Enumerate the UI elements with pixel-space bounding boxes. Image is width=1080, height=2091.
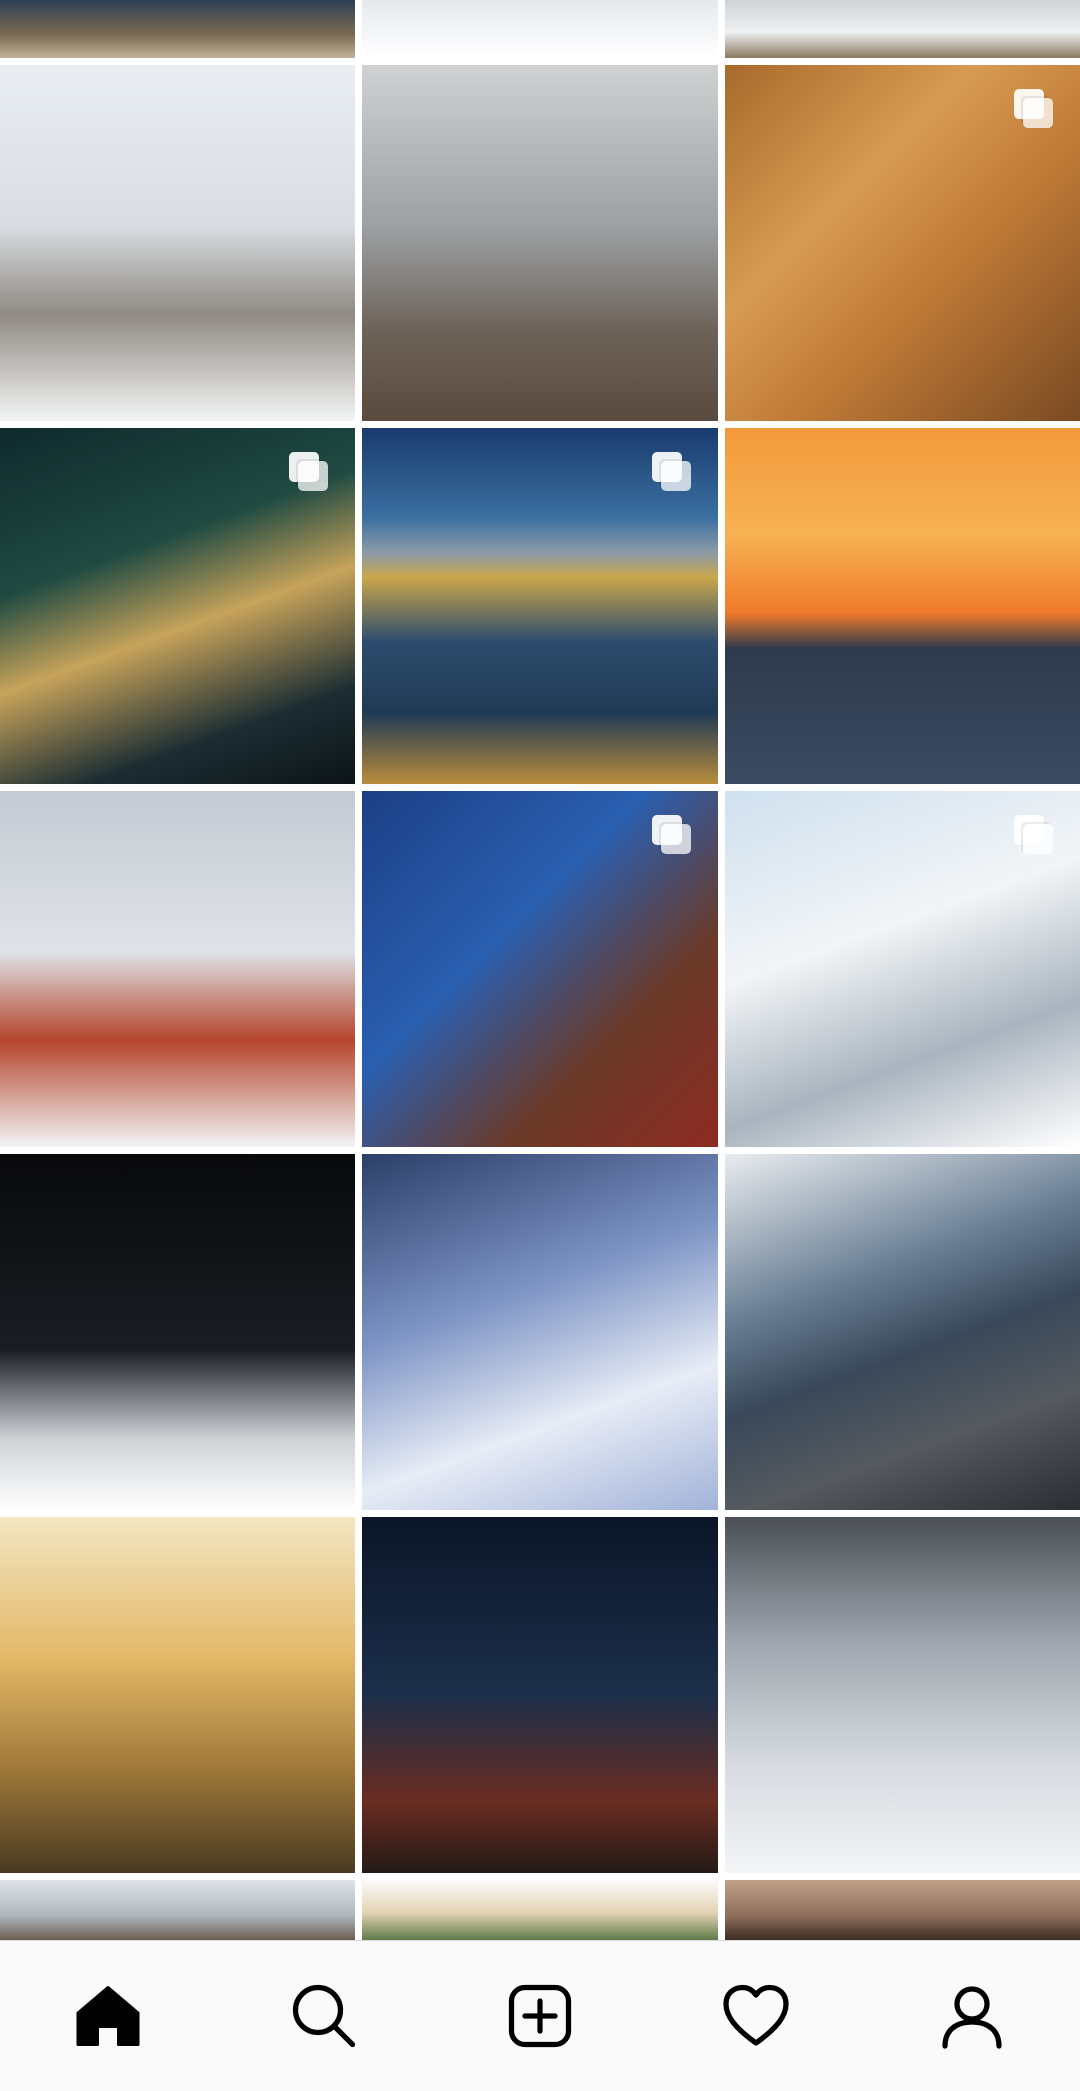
multiple-photos-icon bbox=[289, 452, 333, 496]
multiple-photos-icon bbox=[652, 815, 696, 859]
nav-activity[interactable] bbox=[701, 1961, 811, 2071]
home-icon bbox=[76, 1986, 140, 2046]
nav-home[interactable] bbox=[53, 1961, 163, 2071]
photo-tile[interactable] bbox=[725, 428, 1080, 784]
profile-icon bbox=[942, 1986, 1002, 2049]
photo-tile[interactable] bbox=[362, 1517, 718, 1873]
photo-tile[interactable] bbox=[725, 1154, 1080, 1510]
photo-tile[interactable] bbox=[362, 0, 718, 58]
photo-tile[interactable] bbox=[725, 0, 1080, 58]
photo-grid bbox=[0, 0, 1080, 1940]
photo-tile[interactable] bbox=[362, 1880, 718, 1940]
multiple-photos-icon bbox=[1014, 815, 1058, 859]
photo-tile[interactable] bbox=[0, 1517, 355, 1873]
photo-tile[interactable] bbox=[0, 1154, 355, 1510]
photo-tile[interactable] bbox=[0, 65, 355, 421]
photo-tile[interactable] bbox=[362, 791, 718, 1147]
photo-tile[interactable] bbox=[725, 791, 1080, 1147]
add-post-icon bbox=[508, 1984, 572, 2048]
photo-tile[interactable] bbox=[725, 1517, 1080, 1873]
photo-tile[interactable] bbox=[362, 428, 718, 784]
search-icon bbox=[292, 1984, 356, 2048]
nav-search[interactable] bbox=[269, 1961, 379, 2071]
photo-tile[interactable] bbox=[725, 65, 1080, 421]
photo-tile[interactable] bbox=[0, 1880, 355, 1940]
bottom-navigation bbox=[0, 1940, 1080, 2091]
photo-tile[interactable] bbox=[0, 428, 355, 784]
multiple-photos-icon bbox=[1014, 89, 1058, 133]
photo-tile[interactable] bbox=[0, 0, 355, 58]
nav-profile[interactable] bbox=[917, 1961, 1027, 2071]
multiple-photos-icon bbox=[652, 452, 696, 496]
photo-tile[interactable] bbox=[362, 65, 718, 421]
photo-tile[interactable] bbox=[362, 1154, 718, 1510]
photo-tile[interactable] bbox=[0, 791, 355, 1147]
nav-add-post[interactable] bbox=[485, 1961, 595, 2071]
photo-tile[interactable] bbox=[725, 1880, 1080, 1940]
heart-icon bbox=[723, 1984, 789, 2046]
